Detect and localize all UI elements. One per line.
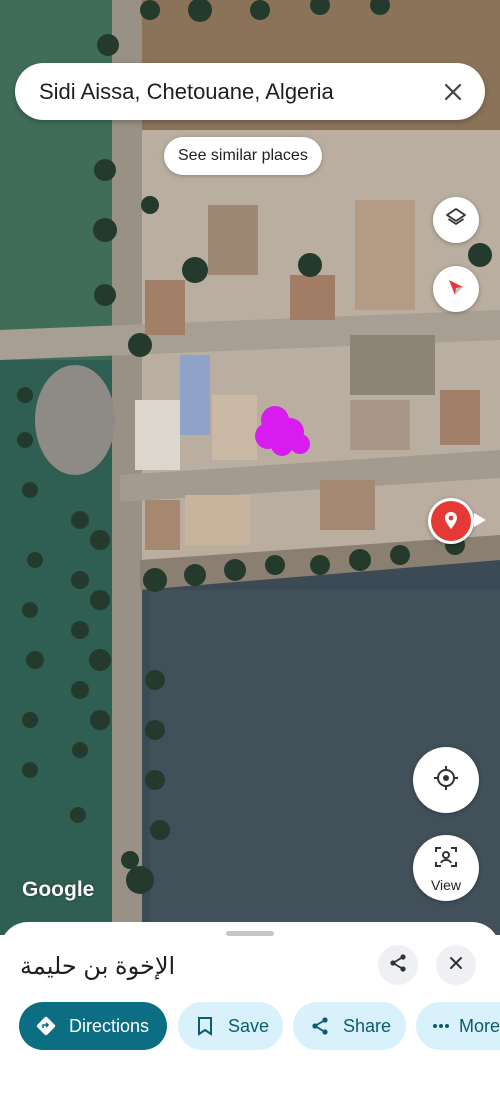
share-label: Share [343, 1015, 392, 1036]
directions-label: Directions [69, 1015, 150, 1036]
place-title: الإخوة بن حليمة [20, 953, 176, 980]
see-similar-places-chip[interactable]: See similar places [164, 137, 322, 175]
layers-icon [444, 206, 468, 235]
action-buttons-row: Directions Save Share More [19, 1002, 500, 1050]
layers-button[interactable] [433, 197, 479, 243]
chip-label: See similar places [178, 147, 308, 164]
place-bottom-sheet[interactable]: الإخوة بن حليمة Directions Save Share Mo… [0, 922, 500, 1111]
my-location-icon [432, 764, 460, 797]
share-icon [388, 953, 408, 978]
close-sheet-button[interactable] [436, 945, 476, 985]
share-icon-button[interactable] [378, 945, 418, 985]
google-attribution: Google [22, 878, 95, 901]
my-location-button[interactable] [413, 747, 479, 813]
directions-icon [35, 1015, 57, 1037]
drag-handle[interactable] [226, 931, 274, 936]
search-query[interactable]: Sidi Aissa, Chetouane, Algeria [39, 79, 433, 105]
street-view-icon [433, 844, 459, 875]
place-pin-icon [431, 501, 471, 541]
close-icon [448, 955, 464, 976]
more-label: More [458, 1015, 500, 1036]
directions-button[interactable]: Directions [19, 1002, 167, 1050]
search-bar[interactable]: Sidi Aissa, Chetouane, Algeria [15, 63, 485, 120]
share-button[interactable]: Share [293, 1002, 406, 1050]
view-label: View [430, 876, 462, 893]
place-pin-button[interactable] [428, 498, 474, 544]
street-view-button[interactable]: View [413, 835, 479, 901]
close-icon[interactable] [433, 72, 473, 112]
bookmark-icon [194, 1015, 216, 1037]
compass-button[interactable] [433, 266, 479, 312]
share-icon [309, 1015, 331, 1037]
more-button[interactable]: More [416, 1002, 500, 1050]
more-icon [432, 1015, 451, 1037]
save-button[interactable]: Save [178, 1002, 283, 1050]
compass-icon [444, 275, 468, 304]
save-label: Save [228, 1015, 270, 1036]
pin-pointer [474, 513, 486, 527]
